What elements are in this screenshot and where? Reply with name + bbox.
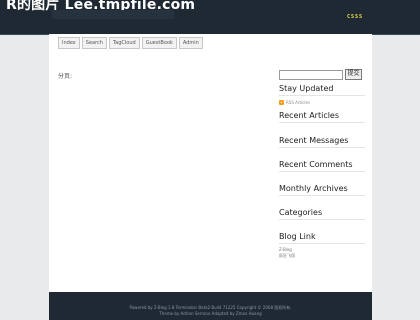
nav-item-search[interactable]: Search — [81, 37, 107, 49]
footer-credits: Theme by Adrian Serrano Adapted by Zmax … — [159, 311, 262, 316]
nav-item-admin[interactable]: Admin — [178, 37, 203, 49]
page-container: Index Search TagCloud GuestBook Admin 分页… — [49, 34, 372, 292]
nav-item-guestbook[interactable]: GuestBook — [141, 37, 177, 49]
site-header: R的图片 Lee.tmpfile.com CSSS — [0, 0, 420, 35]
pagination-label: 分页: — [58, 73, 73, 80]
rss-link[interactable]: • RSS Articles — [279, 100, 365, 105]
rss-icon: • — [279, 100, 284, 105]
section-title-recent-comments: Recent Comments — [279, 160, 365, 172]
sidebar: 提交 Stay Updated • RSS Articles Recent Ar… — [279, 69, 365, 259]
blog-link-item[interactable]: 疯狂飞翔 — [279, 253, 365, 259]
site-footer: Powered by Z-Blog 1.8 Terminator Beta2 B… — [49, 292, 372, 320]
section-title-recent-messages: Recent Messages — [279, 136, 365, 148]
rss-label: RSS Articles — [286, 100, 311, 105]
search-input[interactable] — [279, 69, 343, 80]
section-title-monthly-archives: Monthly Archives — [279, 184, 365, 196]
nav-item-tagcloud[interactable]: TagCloud — [108, 37, 140, 49]
blog-link-list: Z-Blog 疯狂飞翔 — [279, 247, 365, 259]
section-title-categories: Categories — [279, 208, 365, 220]
title-shadow — [52, 10, 174, 19]
search-form: 提交 — [279, 69, 365, 80]
logo-mark: CSSS — [347, 14, 364, 20]
nav-item-index[interactable]: Index — [58, 37, 80, 49]
search-submit-button[interactable]: 提交 — [345, 69, 362, 80]
section-title-stay-updated: Stay Updated — [279, 84, 365, 96]
section-title-blog-link: Blog Link — [279, 232, 365, 244]
section-title-recent-articles: Recent Articles — [279, 111, 365, 123]
main-nav: Index Search TagCloud GuestBook Admin — [58, 37, 203, 49]
